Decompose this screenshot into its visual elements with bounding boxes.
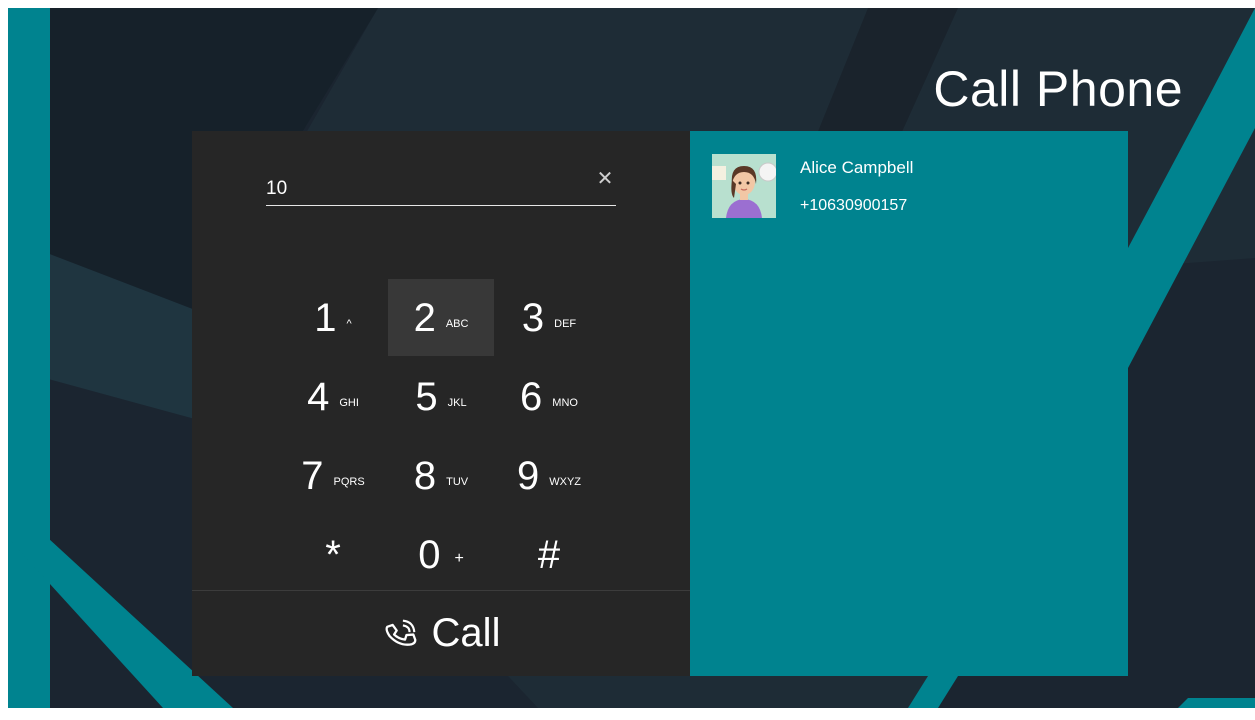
key-1[interactable]: 1 ^ [280,279,386,356]
key-7[interactable]: 7 PQRS [280,437,386,514]
key-digit: * [325,532,341,577]
key-5[interactable]: 5 JKL [388,358,494,435]
key-digit: 0 [418,532,441,577]
key-digit: 7 [301,453,324,498]
phone-number-input[interactable]: 10 ✕ [266,169,616,206]
close-icon[interactable]: ✕ [594,169,616,191]
page-title: Call Phone [933,61,1183,117]
phone-number-value: 10 [266,178,288,199]
key-digit: 1 [314,295,337,340]
key-digit: 9 [516,453,540,498]
key-9[interactable]: 9 WXYZ [496,437,602,514]
key-digit: 8 [413,453,437,498]
key-letters: GHI [339,396,359,409]
key-4[interactable]: 4 GHI [280,358,386,435]
key-3[interactable]: 3 DEF [496,279,602,356]
phone-icon [385,619,416,646]
call-button-label: Call [431,611,501,655]
key-star[interactable]: * [280,516,386,593]
key-digit: 5 [415,374,438,419]
key-letters: TUV [446,475,469,488]
key-letters: DEF [554,317,577,330]
contact-number: +10630900157 [800,197,908,214]
key-digit: 2 [413,295,436,340]
contact-list-item[interactable]: Alice Campbell +10630900157 [712,154,1112,218]
call-button[interactable]: Call [192,591,690,676]
app-screen: Call Phone 10 ✕ 1 ^ 2 ABC 3 DEF 4 GHI 5 … [8,8,1255,708]
key-digit: 3 [521,295,545,340]
key-letters: ABC [445,317,469,330]
contact-results-panel: Alice Campbell +10630900157 [690,131,1128,676]
key-hash[interactable]: # [496,516,602,593]
dialer-panel: 10 ✕ 1 ^ 2 ABC 3 DEF 4 GHI 5 JKL 6 MNO 7… [192,131,690,676]
key-8[interactable]: 8 TUV [388,437,494,514]
key-0[interactable]: 0 + [388,516,494,593]
key-letters: ^ [346,317,352,330]
key-letters: JKL [447,396,467,409]
key-digit: # [537,532,561,577]
contact-name: Alice Campbell [800,158,914,177]
key-digit: 4 [307,374,330,419]
key-6[interactable]: 6 MNO [496,358,602,435]
key-letters: + [454,549,464,567]
key-letters: WXYZ [549,475,582,488]
key-2[interactable]: 2 ABC [388,279,494,356]
key-letters: PQRS [333,475,365,488]
key-digit: 6 [520,374,543,419]
key-letters: MNO [552,396,578,409]
avatar-woman-icon [712,154,776,218]
